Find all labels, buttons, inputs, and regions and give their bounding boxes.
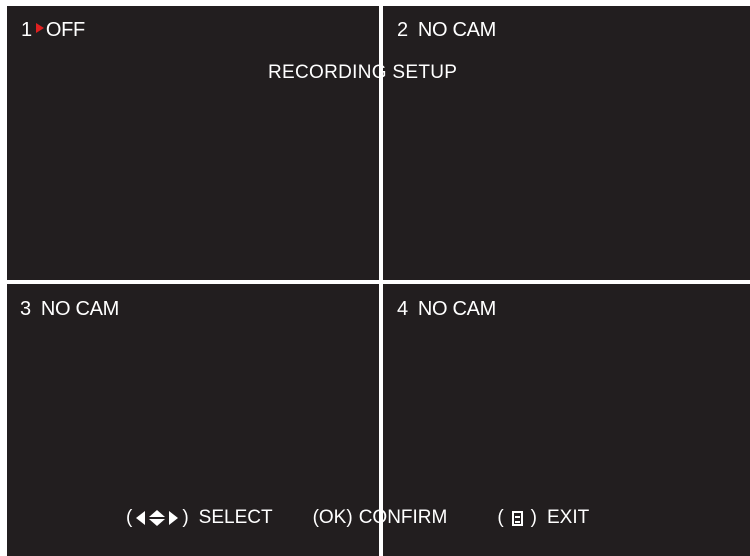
arrow-keys-icon xyxy=(136,510,179,526)
channel-number: 4 xyxy=(397,298,408,320)
select-hint: ( ) SELECT xyxy=(122,507,273,529)
channel-status: NO CAM xyxy=(417,298,497,320)
open-paren: ( xyxy=(497,507,504,528)
channel-3-label[interactable]: 3 NO CAM xyxy=(20,298,119,321)
right-arrow-icon xyxy=(169,511,179,525)
open-paren: ( xyxy=(126,507,133,528)
menu-icon xyxy=(511,510,523,526)
select-label: SELECT xyxy=(198,507,273,528)
channel-4-label[interactable]: 4 NO CAM xyxy=(397,298,496,321)
camera-quadrant-2[interactable]: 2 NO CAM xyxy=(383,6,750,280)
page-title: RECORDING SETUP xyxy=(268,62,458,83)
confirm-label: CONFIRM xyxy=(358,507,448,528)
key-hint-bar: ( ) SELECT ( OK ) CONFIRM ( ) EXIT xyxy=(122,507,589,529)
channel-number: 2 xyxy=(397,19,408,41)
left-arrow-icon xyxy=(136,511,146,525)
camera-quadrant-1[interactable]: 1 OFF xyxy=(7,6,379,280)
close-paren: ) xyxy=(530,507,537,528)
channel-status: NO CAM xyxy=(417,19,497,41)
channel-number: 1 xyxy=(21,19,32,41)
confirm-hint: ( OK ) CONFIRM xyxy=(313,507,448,529)
exit-hint: ( ) EXIT xyxy=(493,507,589,529)
ok-key-label: OK xyxy=(318,507,347,528)
up-down-arrow-icon xyxy=(149,510,166,526)
close-paren: ) xyxy=(182,507,189,528)
channel-status: OFF xyxy=(45,19,85,41)
channel-2-label[interactable]: 2 NO CAM xyxy=(397,19,496,42)
up-arrow-icon xyxy=(149,510,166,517)
channel-number: 3 xyxy=(20,298,31,320)
exit-label: EXIT xyxy=(547,507,590,528)
close-paren: ) xyxy=(346,507,353,528)
channel-status: NO CAM xyxy=(40,298,120,320)
dvr-screen: 1 OFF 2 NO CAM 3 NO CAM 4 NO CAM RECORDING S… xyxy=(0,0,750,556)
channel-1-label[interactable]: 1 OFF xyxy=(21,19,85,42)
down-arrow-icon xyxy=(149,519,166,526)
selection-pointer-icon xyxy=(35,23,44,33)
